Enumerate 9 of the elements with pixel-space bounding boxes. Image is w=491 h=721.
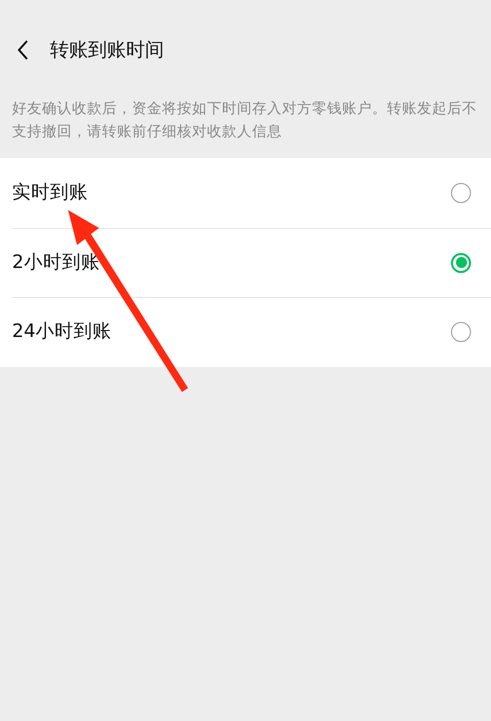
back-icon[interactable]: [16, 39, 30, 61]
option-label[interactable]: 24小时到账: [12, 318, 112, 346]
radio-button[interactable]: [451, 252, 471, 273]
radio-button[interactable]: [451, 182, 471, 203]
option-label[interactable]: 实时到账: [12, 178, 88, 207]
radio-button[interactable]: [451, 322, 471, 342]
option-label[interactable]: 2小时到账: [12, 248, 100, 277]
description-text: 好友确认收款后，资金将按如下时间存入对方零钱账户。转账发起后不支持撤回，请转账前仔细核对收款人信息: [12, 100, 478, 142]
page-title: 转账到账时间: [50, 38, 164, 63]
